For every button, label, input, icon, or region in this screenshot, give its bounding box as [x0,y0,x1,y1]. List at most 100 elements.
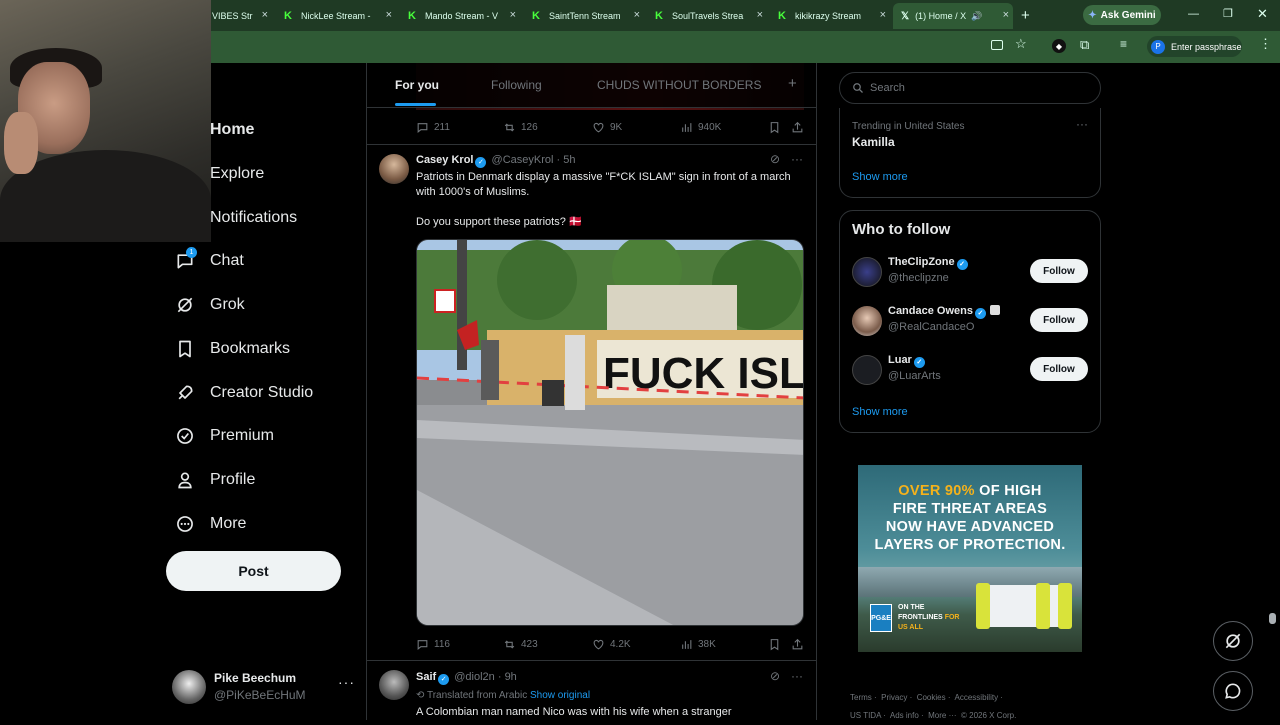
repost-button[interactable]: 423 [503,638,538,651]
add-tab-icon[interactable]: + [788,75,797,92]
views-button[interactable]: 38K [680,638,716,651]
tweet-author-handle[interactable]: @diol2n [454,671,495,683]
views-count: 940K [698,122,722,133]
ad-headline: OVER 90% OF HIGH FIRE THREAT AREAS NOW H… [858,482,1082,554]
repost-button[interactable]: 126 [503,121,538,134]
browser-tab-active[interactable]: 𝕏 (1) Home / X 🔊 × [893,3,1013,29]
suggestion-name: Luar ✓ [888,354,927,368]
kebab-menu-icon[interactable]: ⋮ [1259,36,1272,52]
bookmark-button[interactable] [768,121,786,134]
account-handle: @PiKeBeEcHuM [214,688,306,702]
sidebar-item-bookmarks[interactable]: Bookmarks [160,329,290,369]
speaker-icon[interactable]: 🔊 [971,11,982,22]
share-button[interactable] [791,638,809,651]
messages-fab-button[interactable] [1213,671,1253,711]
tab-close-icon[interactable]: × [1003,9,1009,21]
sidebar-item-creator-studio[interactable]: Creator Studio [160,373,313,413]
extension-icon[interactable]: ◆ [1052,39,1066,53]
browser-tab[interactable]: K kikikrazy Stream × [778,5,890,27]
footer-link-accessibility[interactable]: Accessibility [955,693,999,702]
tweet-author-handle[interactable]: @CaseyKrol [492,154,554,166]
passphrase-button[interactable]: P Enter passphrase [1147,36,1242,57]
footer-copyright: © 2026 X Corp. [961,711,1017,720]
more-icon[interactable]: ··· [791,669,803,683]
follow-suggestion[interactable]: Luar ✓ @LuarArts Follow [852,353,1092,389]
sidebar-item-premium[interactable]: Premium [160,416,274,456]
tab-close-icon[interactable]: × [757,9,763,21]
tweet-author-name[interactable]: Casey Krol [416,154,473,166]
footer-link-terms[interactable]: Terms [850,693,872,702]
sidebar-item-grok[interactable]: Grok [160,285,245,325]
ad-headline-line4: LAYERS OF PROTECTION. [874,537,1066,553]
grok-fab-button[interactable] [1213,621,1253,661]
kick-favicon-icon: K [655,9,663,22]
tab-for-you[interactable]: For you [395,78,439,92]
bookmark-icon [174,338,196,360]
tab-close-icon[interactable]: × [262,9,268,21]
like-button[interactable]: 9K [592,121,622,134]
browser-tab[interactable]: K Mando Stream - V × [408,5,520,27]
search-box[interactable] [839,72,1101,104]
tab-chuds-without-borders[interactable]: CHUDS WITHOUT BORDERS [597,78,761,92]
follow-button[interactable]: Follow [1030,308,1088,332]
sidebar-item-more[interactable]: More [160,504,246,544]
close-window-icon[interactable]: ✕ [1257,6,1268,22]
footer-link-us-tida[interactable]: US TIDA [850,711,881,720]
follow-suggestion[interactable]: Candace Owens ✓ @RealCandaceO Follow [852,304,1092,340]
tab-close-icon[interactable]: × [880,9,886,21]
tab-close-icon[interactable]: × [510,9,516,21]
minimize-icon[interactable]: — [1188,8,1199,20]
follow-button[interactable]: Follow [1030,259,1088,283]
follow-suggestion[interactable]: TheClipZone ✓ @theclipzne Follow [852,255,1092,291]
like-button[interactable]: 4.2K [592,638,631,651]
sidebar-item-profile[interactable]: Profile [160,460,255,500]
views-button[interactable]: 940K [680,121,721,134]
star-icon[interactable]: ☆ [1015,36,1027,52]
tweet-video[interactable]: FUCK ISLAM [416,239,804,626]
footer-link-more[interactable]: More ··· [928,711,956,720]
browser-tab[interactable]: VIBES Str × [212,5,272,27]
reply-button[interactable]: 211 [416,121,450,134]
avatar[interactable] [379,670,409,700]
trends-show-more-link[interactable]: Show more [852,171,908,183]
footer-link-cookies[interactable]: Cookies [917,693,946,702]
ask-gemini-button[interactable]: ✦ Ask Gemini [1083,5,1161,25]
show-original-link[interactable]: Show original [530,690,590,701]
tab-close-icon[interactable]: × [386,9,392,21]
avatar[interactable] [379,154,409,184]
tweet-time[interactable]: · 5h [557,154,576,166]
more-icon[interactable]: ··· [1076,117,1088,131]
tab-following[interactable]: Following [491,78,542,92]
reply-button[interactable]: 116 [416,638,450,651]
cast-icon[interactable] [991,40,1003,50]
browser-tab[interactable]: K SoulTravels Strea × [655,5,767,27]
account-switcher[interactable]: Pike Beechum @PiKeBeEcHuM ··· [172,668,357,706]
post-button[interactable]: Post [166,551,341,591]
footer-link-ads-info[interactable]: Ads info [890,711,919,720]
grok-icon[interactable]: ⊘ [770,152,780,166]
trend-topic[interactable]: Kamilla [852,135,895,149]
more-icon[interactable]: ··· [791,152,803,166]
browser-tab[interactable]: K SaintTenn Stream × [532,5,644,27]
browser-tab[interactable]: K NickLee Stream - × [284,5,396,27]
ad-worker [1058,583,1072,629]
search-icon [853,83,863,93]
scrollbar-thumb[interactable] [1269,613,1276,624]
share-button[interactable] [791,121,809,134]
follow-show-more-link[interactable]: Show more [852,406,908,418]
media-control-icon[interactable]: ≡ [1120,37,1127,51]
grok-icon[interactable]: ⊘ [770,669,780,683]
new-tab-button[interactable]: + [1021,7,1030,24]
more-icon[interactable]: ··· [338,674,355,690]
restore-icon[interactable]: ❐ [1223,7,1233,20]
follow-button[interactable]: Follow [1030,357,1088,381]
tweet-author-name[interactable]: Saif [416,671,436,683]
bookmark-button[interactable] [768,638,786,651]
tweet-time[interactable]: · 9h [498,671,517,683]
ad-banner[interactable]: OVER 90% OF HIGH FIRE THREAT AREAS NOW H… [858,465,1082,652]
sidebar-item-chat[interactable]: 1 Chat [160,241,244,281]
tab-close-icon[interactable]: × [634,9,640,21]
search-input[interactable] [870,82,1090,94]
footer-link-privacy[interactable]: Privacy [881,693,907,702]
puzzle-icon[interactable]: ⧉ [1080,37,1089,53]
